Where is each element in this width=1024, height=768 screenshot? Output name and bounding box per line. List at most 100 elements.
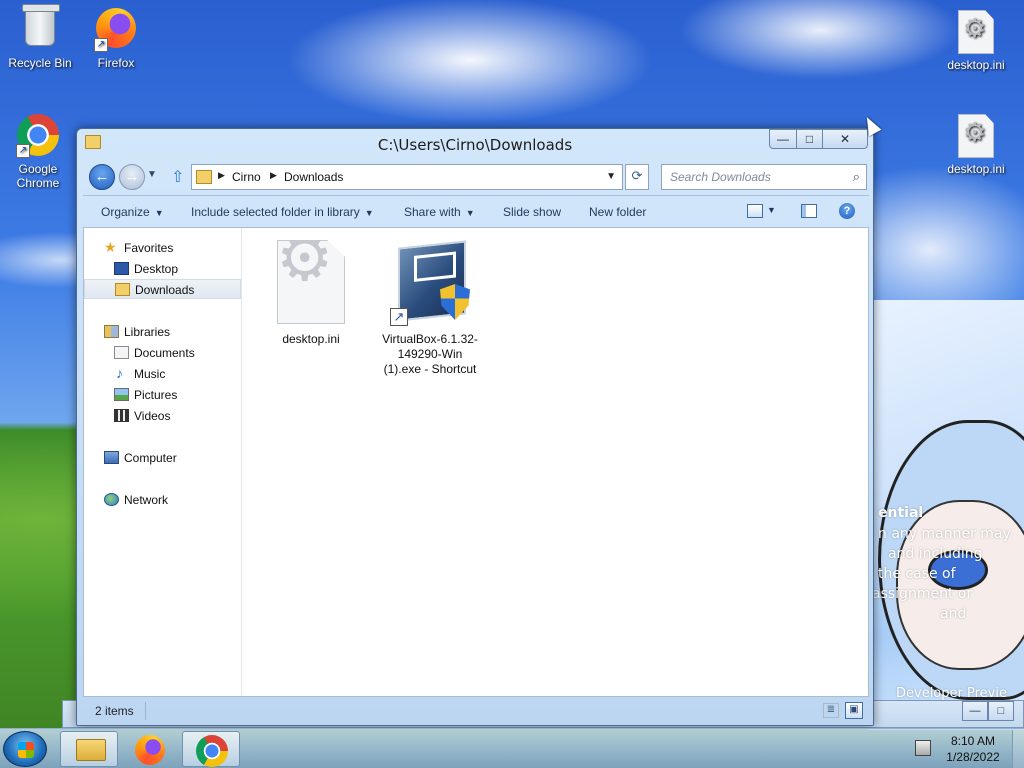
folder-icon	[76, 739, 106, 761]
clock-time: 8:10 AM	[950, 734, 996, 748]
nav-item-favorites[interactable]: ★ Favorites	[84, 238, 241, 258]
desktop-icon-label: Recycle Bin	[8, 56, 72, 70]
nav-item-label: Computer	[124, 451, 177, 465]
nav-item-pictures[interactable]: Pictures	[84, 385, 241, 405]
nav-item-desktop[interactable]: Desktop	[84, 259, 241, 279]
windows-logo-icon	[18, 742, 34, 758]
refresh-button[interactable]: ⟳	[625, 164, 649, 190]
music-note-icon: ♪	[116, 365, 123, 381]
chevron-down-icon: ▼	[154, 208, 164, 218]
nav-item-label: Favorites	[124, 241, 174, 255]
show-desktop-button[interactable]	[1012, 730, 1024, 768]
large-icons-view-button[interactable]: ▣	[845, 702, 863, 719]
nav-item-label: Libraries	[124, 325, 171, 339]
breadcrumb-downloads[interactable]: Downloads	[284, 170, 343, 184]
preview-pane-button[interactable]	[801, 204, 817, 218]
wallpaper-text: n any manner may	[878, 526, 1011, 542]
chevron-down-icon[interactable]: ▼	[767, 205, 776, 215]
arrow-left-icon: ←	[94, 168, 110, 185]
desktop-icon-label: Google Chrome	[16, 162, 60, 190]
status-bar: 2 items ≣ ▣	[83, 699, 869, 723]
change-view-button[interactable]	[747, 204, 763, 218]
virtualbox-installer-icon: ↗	[390, 240, 470, 326]
nav-item-label: Documents	[134, 346, 195, 360]
forward-button[interactable]: →	[119, 164, 145, 190]
desktop-icon-desktop-ini[interactable]: desktop.ini	[938, 10, 1014, 72]
background-window-maximize-button[interactable]: □	[988, 701, 1014, 721]
wallpaper-text: assignment or	[872, 586, 973, 602]
desktop-icon-recycle-bin[interactable]: Recycle Bin	[2, 8, 78, 70]
chevron-right-icon: ▶	[270, 170, 277, 180]
desktop-icon-label: desktop.ini	[947, 162, 1005, 176]
taskbar-explorer-button[interactable]	[60, 731, 118, 767]
explorer-window[interactable]: C:\Users\Cirno\Downloads — □ ✕ ← → ▼ ⇧ ▶…	[76, 128, 874, 726]
recent-pages-dropdown[interactable]: ▼	[147, 169, 157, 180]
network-tray-icon[interactable]	[915, 740, 931, 756]
libraries-icon	[104, 325, 119, 338]
nav-item-videos[interactable]: Videos	[84, 406, 241, 426]
start-button[interactable]	[3, 731, 47, 767]
title-bar[interactable]: C:\Users\Cirno\Downloads — □ ✕	[77, 129, 873, 159]
command-bar: Organize ▼ Include selected folder in lib…	[83, 195, 869, 227]
close-button[interactable]: ✕	[822, 129, 868, 149]
taskbar	[0, 728, 1024, 768]
breadcrumb-cirno[interactable]: Cirno	[232, 170, 261, 184]
maximize-button[interactable]: □	[796, 129, 823, 149]
details-view-button[interactable]: ≣	[823, 703, 839, 718]
search-icon: ⌕	[852, 169, 860, 184]
back-button[interactable]: ←	[89, 164, 115, 190]
nav-item-label: Videos	[134, 409, 171, 423]
organize-label: Organize	[101, 205, 150, 219]
downloads-folder-icon	[196, 170, 212, 184]
shortcut-arrow-icon: ↗	[390, 308, 408, 326]
taskbar-chrome-button[interactable]	[182, 731, 240, 767]
chevron-down-icon: ▼	[465, 208, 475, 218]
search-placeholder: Search Downloads	[670, 170, 771, 184]
nav-item-label: Desktop	[134, 262, 179, 276]
arrow-up-icon: ⇧	[171, 169, 185, 186]
recycle-bin-icon	[18, 8, 62, 52]
content-area: ★ Favorites Desktop Downloads Libraries …	[83, 227, 869, 697]
desktop-icon-google-chrome[interactable]: ↗ Google Chrome	[0, 114, 76, 190]
desktop-icon-desktop-ini-2[interactable]: desktop.ini	[938, 114, 1014, 176]
nav-item-music[interactable]: ♪ Music	[84, 364, 241, 384]
clock-date: 1/28/2022	[946, 750, 1000, 764]
taskbar-firefox-button[interactable]	[121, 731, 179, 767]
nav-item-documents[interactable]: Documents	[84, 343, 241, 363]
network-icon	[104, 493, 119, 506]
chrome-icon: ↗	[16, 114, 60, 158]
nav-item-computer[interactable]: Computer	[84, 448, 241, 468]
nav-item-libraries[interactable]: Libraries	[84, 322, 241, 342]
help-button[interactable]: ?	[839, 203, 855, 219]
file-item-desktop-ini[interactable]: desktop.ini	[263, 240, 359, 347]
arrow-right-icon: →	[124, 168, 140, 185]
system-clock[interactable]: 8:10 AM 1/28/2022	[938, 733, 1008, 765]
search-input[interactable]: Search Downloads ⌕	[661, 164, 867, 190]
background-window-minimize-button[interactable]: —	[962, 701, 988, 721]
downloads-folder-icon	[115, 283, 130, 296]
nav-item-downloads[interactable]: Downloads	[84, 279, 241, 299]
new-folder-button[interactable]: New folder	[589, 205, 646, 219]
minimize-button[interactable]: —	[769, 129, 797, 149]
nav-item-network[interactable]: Network	[84, 490, 241, 510]
include-in-library-button[interactable]: Include selected folder in library ▼	[191, 205, 374, 219]
navigation-pane: ★ Favorites Desktop Downloads Libraries …	[84, 228, 242, 696]
organize-button[interactable]: Organize ▼	[101, 205, 164, 219]
file-item-virtualbox-shortcut[interactable]: ↗ VirtualBox-6.1.32-149290-Win (1).exe -…	[382, 240, 478, 377]
share-with-button[interactable]: Share with ▼	[404, 205, 475, 219]
address-dropdown-icon[interactable]: ▼	[606, 171, 616, 182]
desktop-icon-firefox[interactable]: ↗ Firefox	[78, 8, 154, 70]
navigation-bar: ← → ▼ ⇧ ▶ Cirno ▶ Downloads ▼ ⟳ Search D…	[83, 163, 869, 191]
wallpaper-text: ential	[878, 505, 924, 521]
firefox-icon: ↗	[94, 8, 138, 52]
refresh-icon: ⟳	[631, 168, 643, 183]
desktop-icon-label: Firefox	[97, 56, 135, 70]
chevron-down-icon: ▼	[364, 208, 374, 218]
star-icon: ★	[104, 239, 117, 255]
file-name: desktop.ini	[282, 332, 340, 346]
file-name: VirtualBox-6.1.32-149290-Win (1).exe - S…	[382, 332, 478, 376]
wallpaper-text: and including	[888, 546, 983, 562]
address-bar[interactable]: ▶ Cirno ▶ Downloads ▼	[191, 164, 623, 190]
up-folder-button[interactable]: ⇧	[171, 167, 184, 187]
slide-show-button[interactable]: Slide show	[503, 205, 561, 219]
